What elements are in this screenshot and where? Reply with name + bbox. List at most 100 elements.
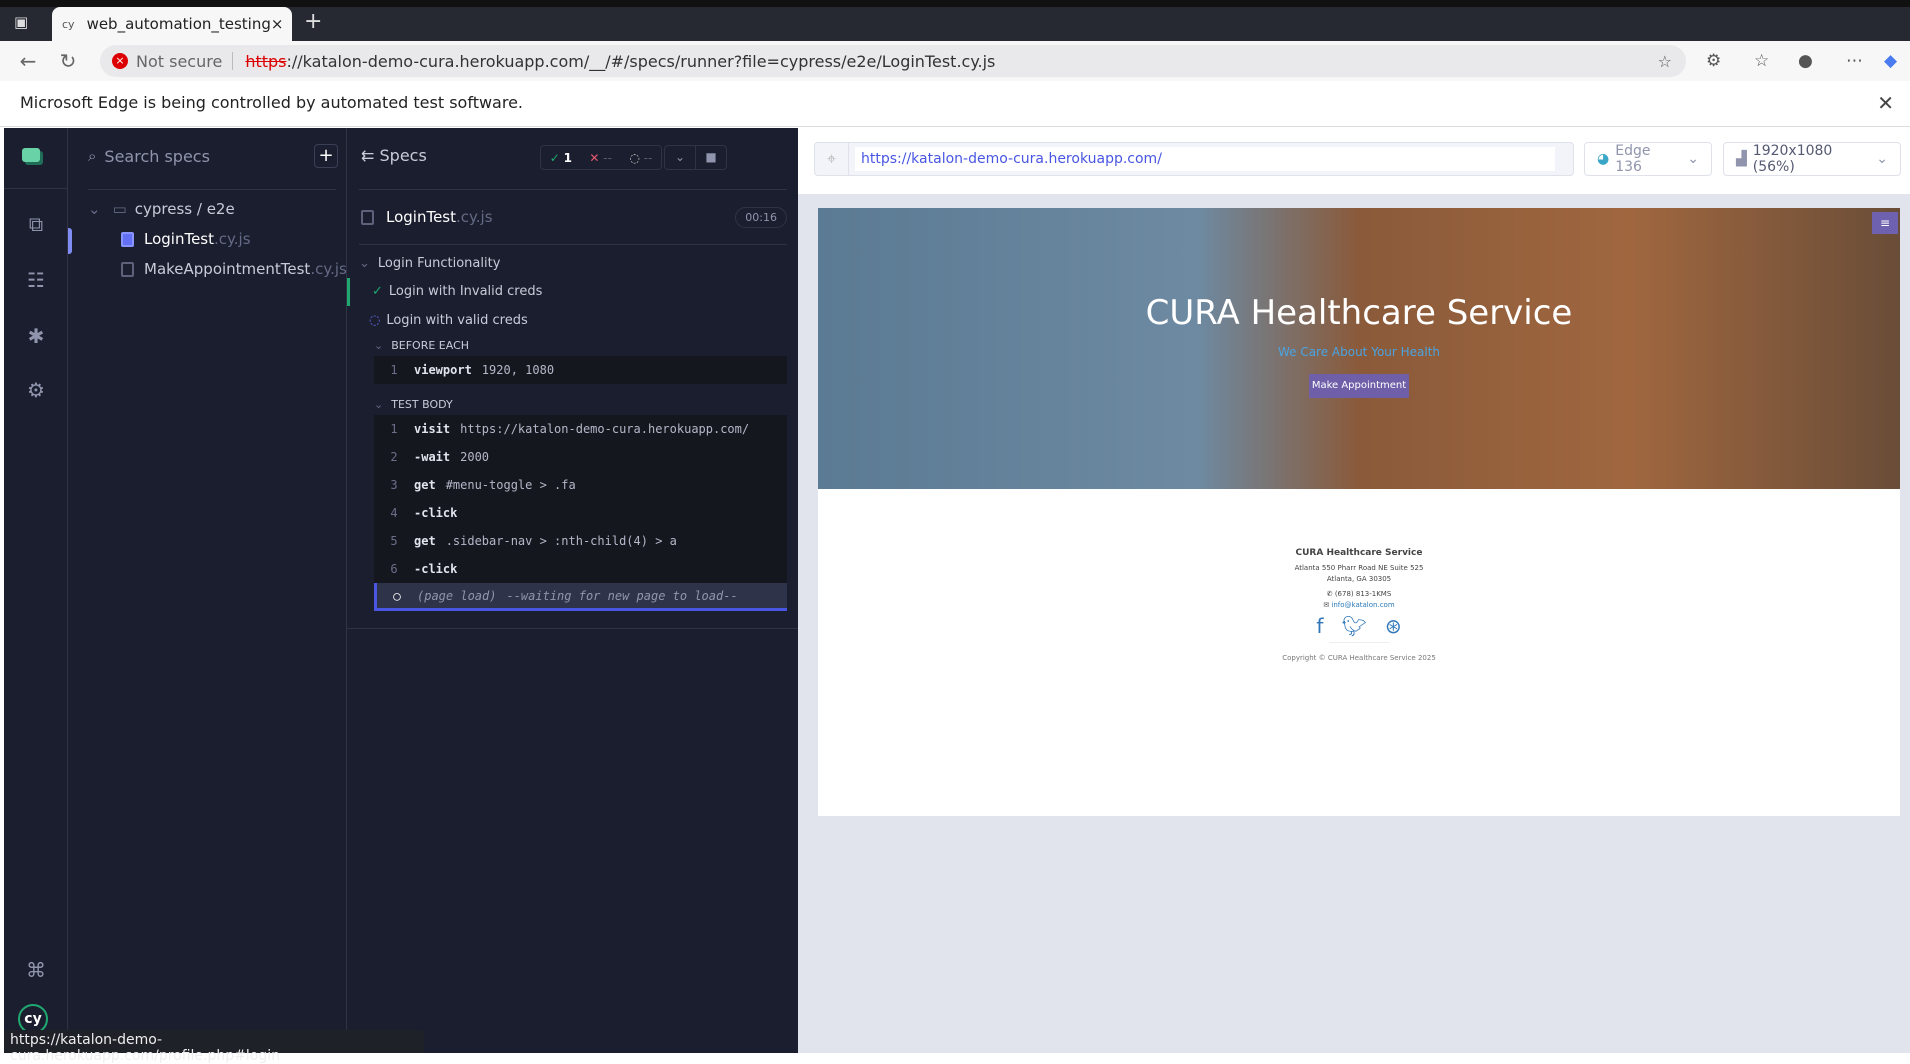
- side-nav: ⧉ ☷ ✱ ⚙ ⌘ cy: [4, 128, 72, 1053]
- phone: (678) 813-1KMS: [1334, 590, 1392, 598]
- divider: [4, 188, 68, 189]
- favorite-star-icon[interactable]: ☆: [1658, 52, 1672, 71]
- new-tab-button[interactable]: +: [304, 9, 322, 34]
- debug-bug-icon[interactable]: ✱: [4, 324, 68, 348]
- pending-command-row[interactable]: ◯ (page load) --waiting for new page to lo…: [374, 583, 787, 611]
- spec-item-make-appointment-test[interactable]: MakeAppointmentTest .cy.js: [121, 260, 347, 278]
- spec-ext: .cy.js: [310, 260, 347, 278]
- test-stats: ✓ 1 ✕ -- ◌ --: [540, 145, 662, 170]
- twitter-icon[interactable]: 🐦︎: [1341, 616, 1366, 636]
- address-bar[interactable]: × Not secure https://katalon-demo-cura.h…: [100, 45, 1686, 77]
- email-link[interactable]: info@katalon.com: [1331, 601, 1394, 609]
- runs-nav-icon[interactable]: ☷: [4, 268, 68, 292]
- test-row-running[interactable]: ◌ Login with valid creds: [347, 307, 787, 335]
- file-icon: [121, 261, 134, 277]
- specs-nav-icon[interactable]: ⧉: [4, 212, 68, 236]
- browser-select[interactable]: ◕ Edge 136 ⌄: [1584, 142, 1712, 176]
- project-logo-icon[interactable]: [22, 148, 40, 162]
- suite-title: Login Functionality: [377, 256, 501, 271]
- pending-stat: ◌ --: [629, 151, 652, 165]
- close-icon[interactable]: ✕: [1877, 91, 1894, 115]
- add-spec-button[interactable]: +: [314, 144, 338, 168]
- spec-list-panel: ⌕ Search specs + ⌄ ▭ cypress / e2e LoginTes…: [68, 128, 347, 1053]
- stop-button[interactable]: ■: [695, 146, 726, 169]
- dribbble-icon[interactable]: ⊛: [1385, 616, 1402, 636]
- duration-badge: 00:16: [735, 206, 787, 228]
- passed-stat: ✓ 1: [549, 150, 572, 165]
- keyboard-shortcuts-icon[interactable]: ⌘: [4, 958, 68, 982]
- reload-icon[interactable]: ↻: [52, 49, 84, 73]
- sidebar-toggle-icon[interactable]: ▣: [14, 13, 28, 31]
- search-icon: ⌕: [88, 147, 97, 165]
- selector-playground-icon[interactable]: ⌖: [815, 143, 849, 175]
- address-row: ← ↻ × Not secure https://katalon-demo-cu…: [0, 41, 1910, 81]
- automation-info-bar: Microsoft Edge is being controlled by au…: [0, 81, 1910, 127]
- make-appointment-button[interactable]: Make Appointment: [1309, 374, 1409, 398]
- aut-toolbar: ⌖ https://katalon-demo-cura.herokuapp.com…: [798, 128, 1910, 194]
- command-name: viewport: [414, 363, 472, 377]
- not-secure-label[interactable]: Not secure: [136, 52, 222, 71]
- facebook-icon[interactable]: f: [1316, 616, 1323, 636]
- info-bar-text: Microsoft Edge is being controlled by au…: [20, 93, 524, 112]
- profile-avatar[interactable]: ●: [1798, 51, 1813, 71]
- more-menu-icon[interactable]: ⋯: [1846, 51, 1863, 71]
- command-name: -click: [414, 506, 458, 520]
- failed-x-icon: ✕: [589, 150, 600, 165]
- specs-title: Specs: [379, 146, 427, 165]
- command-row[interactable]: 5 get .sidebar-nav > :nth-child(4) > a: [374, 527, 787, 555]
- aut-url: https://katalon-demo-cura.herokuapp.com/: [855, 147, 1555, 171]
- cypress-favicon-icon: cy: [62, 17, 75, 31]
- spec-file-header: LoginTest .cy.js 00:16: [359, 190, 787, 245]
- line-number: 1: [390, 422, 398, 436]
- command-row[interactable]: 1 visit https://katalon-demo-cura.herokuap…: [374, 415, 787, 443]
- suite-row[interactable]: ⌄ Login Functionality: [359, 256, 787, 271]
- command-name: -click: [414, 562, 458, 576]
- aut-url-field[interactable]: ⌖ https://katalon-demo-cura.herokuapp.com…: [814, 142, 1574, 176]
- reporter-panel: ⇇ Specs ✓ 1 ✕ -- ◌ -- ⌄ ■ LoginTest .cy.js…: [347, 128, 798, 1053]
- command-arg: #menu-toggle > .fa: [445, 478, 576, 492]
- command-row[interactable]: 1 viewport 1920, 1080: [374, 356, 787, 384]
- passed-count: 1: [563, 150, 572, 165]
- expand-chevron-button[interactable]: ⌄: [665, 146, 695, 169]
- pending-circle-icon: ◌: [629, 150, 640, 165]
- url-scheme: https: [245, 51, 287, 71]
- phone-icon: ✆: [1326, 590, 1335, 598]
- menu-toggle-icon[interactable]: ≡: [1872, 212, 1898, 234]
- test-row-passed[interactable]: ✓ Login with Invalid creds: [347, 278, 787, 306]
- favorites-icon[interactable]: ☆: [1754, 51, 1769, 71]
- command-arg: 1920, 1080: [481, 363, 555, 377]
- hero-title: CURA Healthcare Service: [1145, 293, 1573, 333]
- command-row[interactable]: 6 -click: [374, 555, 787, 583]
- test-body-header[interactable]: ⌄ TEST BODY: [374, 398, 802, 411]
- copilot-icon[interactable]: ◆: [1884, 51, 1897, 71]
- viewport-select[interactable]: ▟ 1920x1080 (56%) ⌄: [1723, 142, 1901, 176]
- collapse-icon: ⇇: [361, 146, 380, 165]
- line-number: 4: [390, 506, 398, 520]
- divider: [232, 52, 234, 70]
- settings-gear-icon[interactable]: ⚙: [4, 378, 68, 402]
- close-tab-icon[interactable]: ×: [271, 15, 284, 33]
- line-number: 5: [390, 534, 398, 548]
- command-arg: .sidebar-nav > :nth-child(4) > a: [445, 534, 677, 548]
- specs-toggle-button[interactable]: ⇇ Specs: [361, 146, 427, 165]
- browser-tab[interactable]: cy web_automation_testing ×: [52, 7, 292, 41]
- divider: [1329, 642, 1389, 643]
- command-row[interactable]: 3 get #menu-toggle > .fa: [374, 471, 787, 499]
- command-row[interactable]: 4 -click: [374, 499, 787, 527]
- hook-label: BEFORE EACH: [391, 339, 470, 352]
- spec-file-ext: .cy.js: [456, 208, 493, 226]
- back-icon[interactable]: ←: [12, 49, 44, 73]
- chevron-down-icon: ⌄: [1687, 151, 1699, 167]
- spec-item-login-test[interactable]: LoginTest .cy.js: [121, 230, 251, 248]
- spinner-icon: ◌: [369, 313, 381, 328]
- chevron-down-icon: ⌄: [1876, 151, 1888, 167]
- edge-icon: ◕: [1597, 151, 1610, 167]
- address-line-2: Atlanta, GA 30305: [1326, 575, 1392, 583]
- before-each-header[interactable]: ⌄ BEFORE EACH: [374, 339, 802, 352]
- search-specs-input[interactable]: ⌕ Search specs: [88, 142, 318, 170]
- folder-cypress-e2e[interactable]: ⌄ ▭ cypress / e2e: [88, 200, 235, 218]
- extensions-icon[interactable]: ⚙: [1706, 51, 1721, 71]
- address-line-1: Atlanta 550 Pharr Road NE Suite 525: [1294, 564, 1424, 572]
- command-row[interactable]: 2 -wait 2000: [374, 443, 787, 471]
- run-controls: ⌄ ■: [664, 145, 727, 170]
